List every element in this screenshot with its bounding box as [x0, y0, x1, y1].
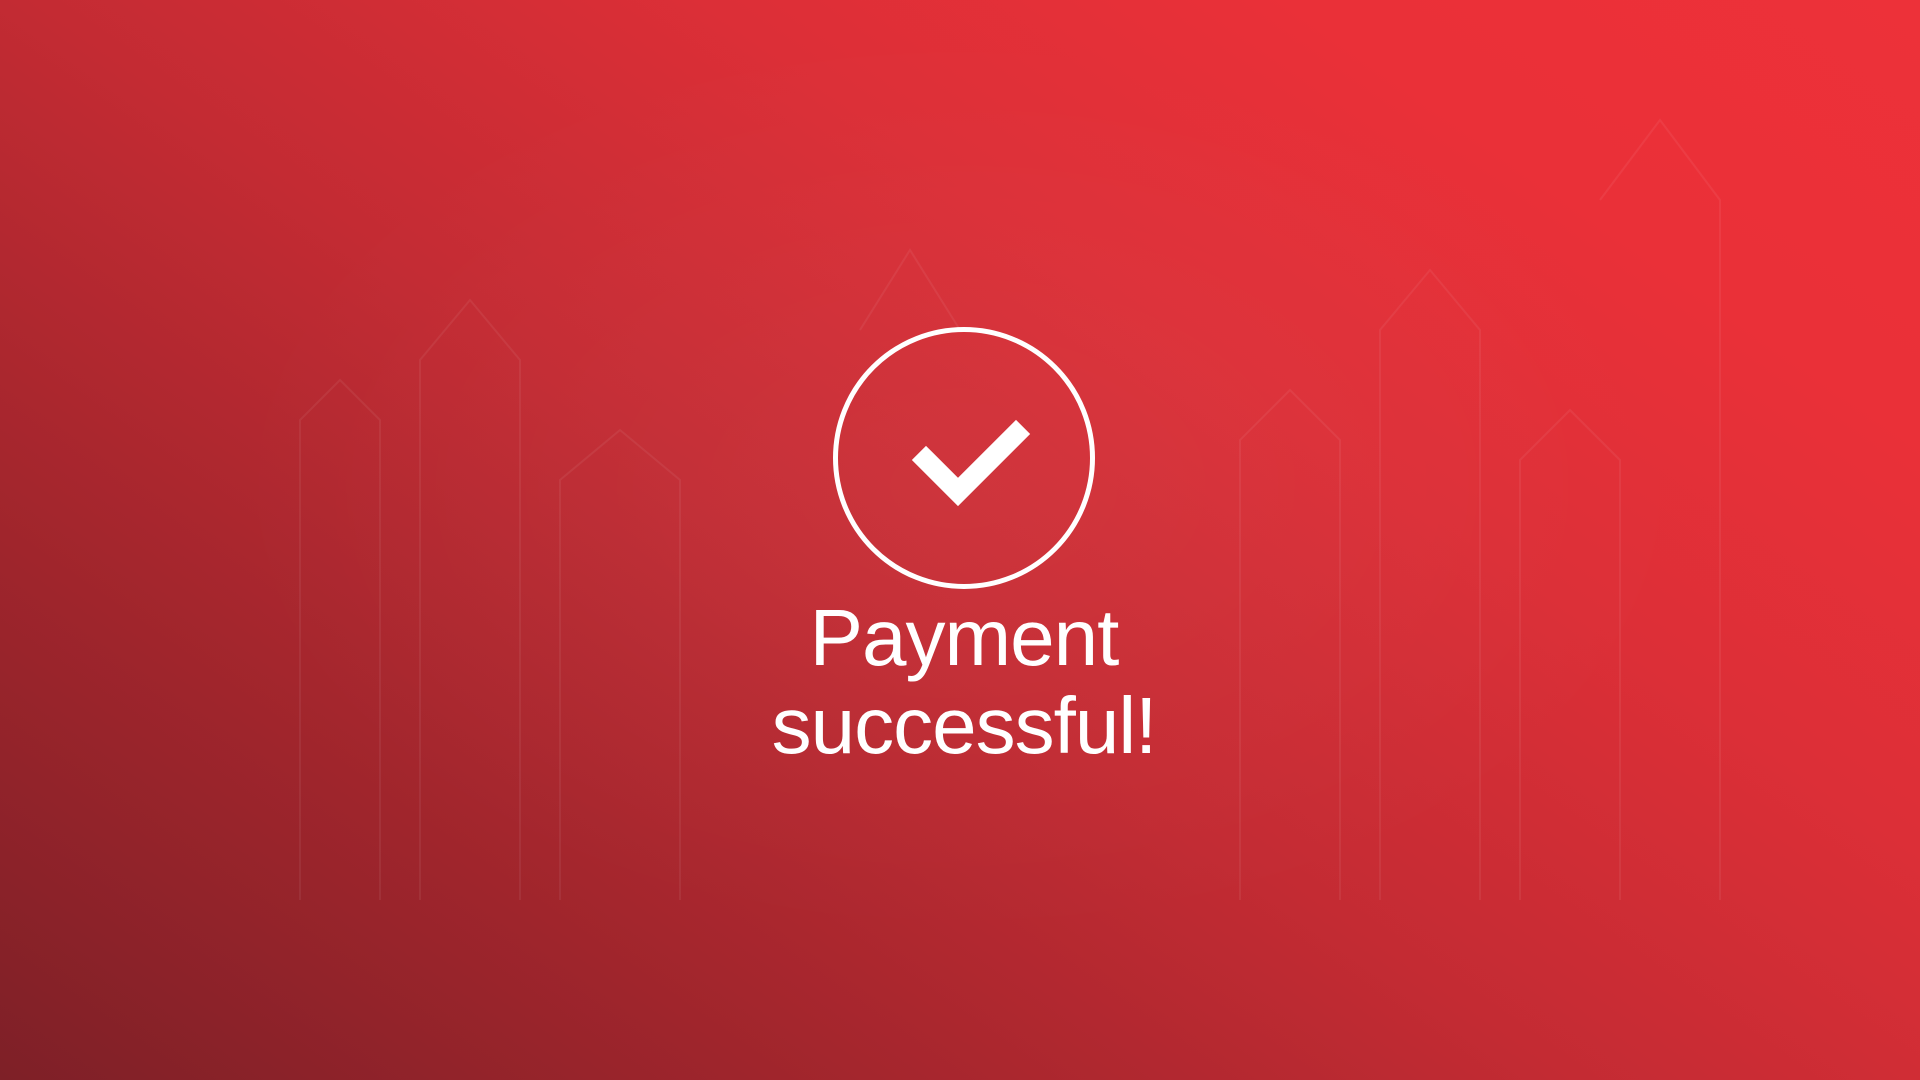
success-message: Payment successful!: [660, 594, 1268, 770]
success-message-line1: Payment: [809, 593, 1120, 682]
payment-success-screen: Payment successful!: [0, 0, 1920, 1080]
checkmark-icon: [911, 419, 1031, 507]
checkmark-circle-icon: [833, 327, 1095, 589]
success-message-line2: successful!: [771, 681, 1158, 770]
